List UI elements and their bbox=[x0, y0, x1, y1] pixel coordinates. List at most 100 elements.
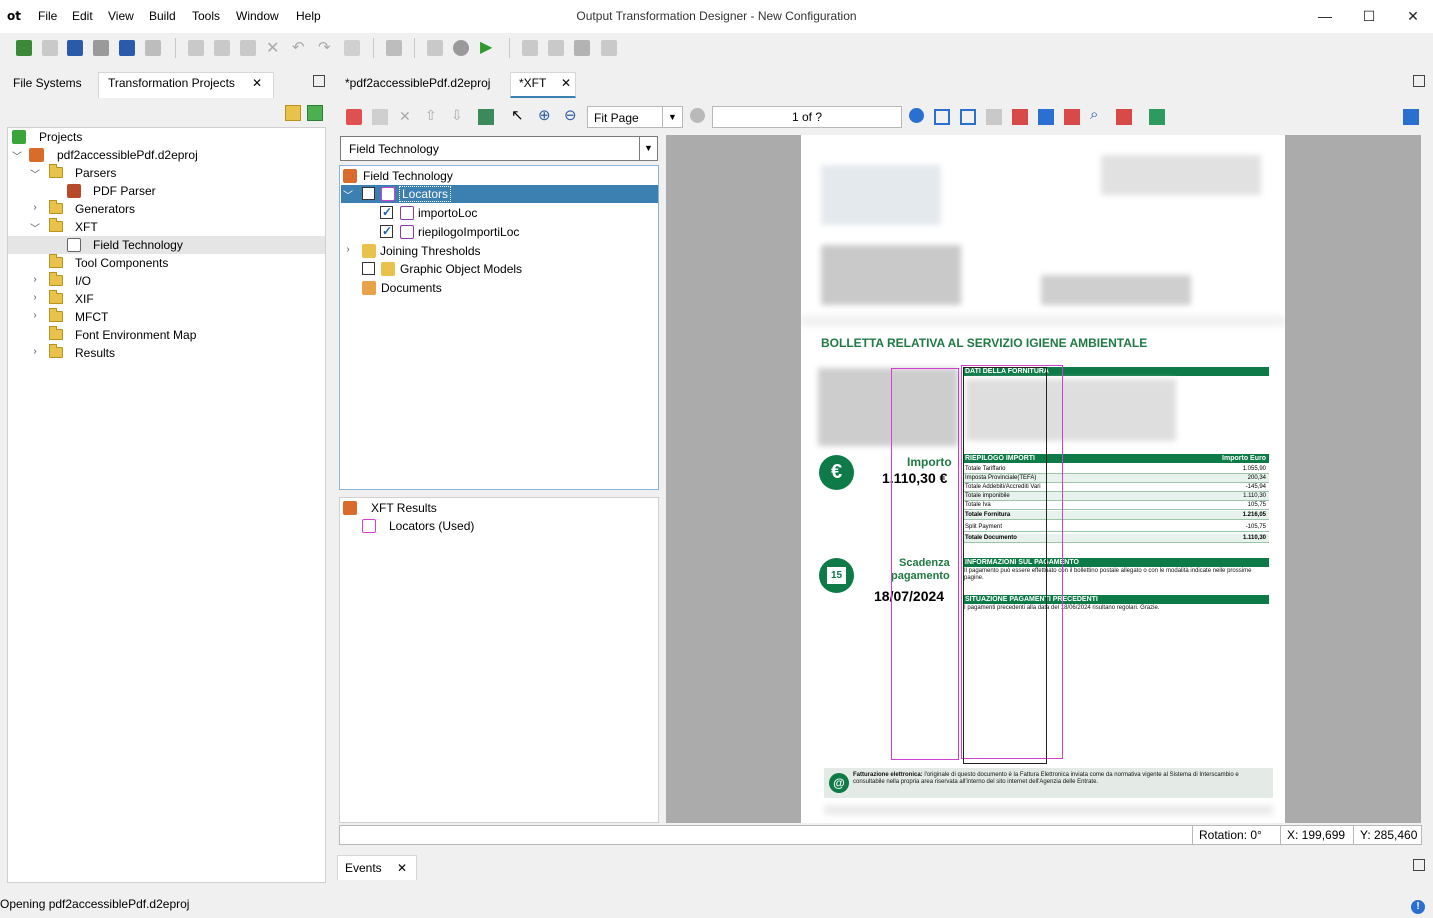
info-icon[interactable]: ! bbox=[1411, 900, 1425, 914]
maximize-events-icon[interactable] bbox=[1413, 859, 1425, 871]
refresh-icon[interactable] bbox=[344, 40, 360, 56]
copy-icon[interactable] bbox=[214, 40, 230, 56]
select-pointer-icon[interactable]: ↖ bbox=[511, 106, 524, 124]
maximize-panel-icon[interactable] bbox=[313, 75, 325, 87]
maximize-button[interactable]: ☐ bbox=[1349, 4, 1389, 28]
tree-parsers[interactable]: ﹀ Parsers bbox=[10, 164, 310, 182]
tool-icon-3[interactable] bbox=[574, 40, 590, 56]
next-page-icon[interactable] bbox=[909, 108, 924, 123]
delete-icon[interactable]: ✕ bbox=[266, 38, 279, 58]
settings-icon[interactable] bbox=[1403, 109, 1419, 125]
save-icon[interactable] bbox=[67, 40, 83, 56]
tab-file-systems[interactable]: File Systems bbox=[13, 76, 82, 90]
chevron-right-icon[interactable]: › bbox=[30, 202, 40, 213]
export-icon[interactable] bbox=[1149, 109, 1165, 125]
minimize-button[interactable]: — bbox=[1305, 4, 1345, 28]
import-icon[interactable] bbox=[478, 109, 494, 125]
move-down-icon[interactable]: ⇩ bbox=[451, 107, 463, 124]
collapse-all-icon[interactable] bbox=[285, 105, 301, 121]
tree-io[interactable]: › I/O bbox=[10, 272, 310, 290]
tree-pdf-parser[interactable]: PDF Parser bbox=[10, 182, 310, 200]
ft-tree-locators[interactable]: ﹀ Locators bbox=[341, 185, 658, 203]
link-editor-icon[interactable] bbox=[307, 105, 323, 121]
paste-icon[interactable] bbox=[240, 40, 256, 56]
tree-field-technology[interactable]: Field Technology bbox=[8, 236, 325, 254]
tab-xft[interactable]: *XFT bbox=[519, 76, 546, 90]
ft-tree-documents[interactable]: Documents bbox=[341, 279, 657, 297]
zoom-select[interactable]: Fit Page ▼ bbox=[587, 106, 683, 128]
first-page-icon[interactable] bbox=[690, 108, 705, 123]
tree-tool-components[interactable]: Tool Components bbox=[10, 254, 310, 272]
importo-loc-checkbox[interactable] bbox=[380, 205, 393, 219]
rename-icon[interactable] bbox=[372, 109, 388, 125]
tab-project-file[interactable]: *pdf2accessiblePdf.d2eproj bbox=[345, 76, 490, 90]
ft-tree-riepilogo-loc[interactable]: riepilogoImportiLoc bbox=[341, 223, 657, 241]
search-icon[interactable]: ⌕ bbox=[1090, 106, 1098, 123]
move-up-icon[interactable]: ⇧ bbox=[425, 107, 437, 124]
chevron-down-icon[interactable]: ▼ bbox=[662, 107, 682, 127]
results-locators-used[interactable]: Locators (Used) bbox=[341, 517, 657, 535]
cut-icon[interactable] bbox=[188, 40, 204, 56]
undo-icon[interactable]: ↶ bbox=[292, 38, 305, 56]
locator-box-importo[interactable] bbox=[891, 368, 959, 760]
rotate-icon[interactable] bbox=[986, 109, 1002, 125]
close-tab-icon[interactable]: ✕ bbox=[561, 76, 571, 90]
chevron-right-icon[interactable]: › bbox=[30, 310, 40, 321]
fit-height-icon[interactable] bbox=[960, 109, 976, 125]
remove-icon[interactable]: ✕ bbox=[399, 108, 411, 125]
open-icon[interactable] bbox=[42, 40, 58, 56]
page-indicator[interactable]: 1 of ? bbox=[712, 106, 902, 128]
zoom-in-icon[interactable]: ⊕ bbox=[538, 106, 551, 124]
tool-blue-icon[interactable] bbox=[1038, 109, 1054, 125]
ft-tree-importo-loc[interactable]: importoLoc bbox=[341, 204, 657, 222]
chevron-right-icon[interactable]: › bbox=[30, 292, 40, 303]
chevron-down-icon[interactable]: ▼ bbox=[639, 137, 657, 160]
chevron-down-icon[interactable]: ﹀ bbox=[30, 220, 40, 235]
chevron-down-icon[interactable]: ﹀ bbox=[30, 166, 40, 181]
add-locator-icon[interactable] bbox=[346, 109, 362, 125]
riepilogo-loc-checkbox[interactable] bbox=[380, 224, 393, 238]
ft-tree-root[interactable]: Field Technology bbox=[341, 167, 657, 185]
chevron-down-icon[interactable]: ﹀ bbox=[12, 148, 22, 163]
tool-red-1-icon[interactable] bbox=[1012, 109, 1028, 125]
validate-icon[interactable] bbox=[386, 40, 402, 56]
new-project-icon[interactable] bbox=[16, 40, 32, 56]
tool-icon-1[interactable] bbox=[522, 40, 538, 56]
tree-font-env-map[interactable]: Font Environment Map bbox=[10, 326, 310, 344]
save-as-icon[interactable] bbox=[93, 40, 109, 56]
close-tab-icon[interactable]: ✕ bbox=[252, 76, 262, 90]
close-tab-icon[interactable]: ✕ bbox=[397, 861, 407, 875]
tool-red-2-icon[interactable] bbox=[1064, 109, 1080, 125]
tool-icon-4[interactable] bbox=[601, 40, 617, 56]
tree-xif[interactable]: › XIF bbox=[10, 290, 310, 308]
build-icon[interactable] bbox=[427, 40, 443, 56]
chevron-right-icon[interactable]: › bbox=[30, 346, 40, 357]
tree-project-file[interactable]: ﹀ pdf2accessiblePdf.d2eproj bbox=[10, 146, 310, 164]
chevron-right-icon[interactable]: › bbox=[30, 274, 40, 285]
close-window-button[interactable]: ✕ bbox=[1393, 4, 1433, 28]
locators-checkbox[interactable] bbox=[362, 187, 375, 200]
chevron-down-icon[interactable]: ﹀ bbox=[343, 187, 353, 202]
chevron-right-icon[interactable]: › bbox=[343, 244, 353, 255]
save-all-icon[interactable] bbox=[119, 40, 135, 56]
tab-events[interactable]: Events bbox=[345, 861, 382, 875]
tree-generators[interactable]: › Generators bbox=[10, 200, 310, 218]
maximize-editor-icon[interactable] bbox=[1413, 75, 1425, 87]
clear-icon[interactable] bbox=[1116, 109, 1132, 125]
tree-xft[interactable]: ﹀ XFT bbox=[10, 218, 310, 236]
graphic-models-checkbox[interactable] bbox=[362, 262, 375, 275]
fit-width-icon[interactable] bbox=[934, 109, 950, 125]
tab-transformation-projects[interactable]: Transformation Projects bbox=[108, 76, 235, 90]
zoom-out-icon[interactable]: ⊖ bbox=[564, 106, 577, 124]
selection-box[interactable] bbox=[963, 367, 1047, 764]
tool-icon-2[interactable] bbox=[548, 40, 564, 56]
ft-tree-joining[interactable]: › Joining Thresholds bbox=[341, 242, 657, 260]
results-root[interactable]: XFT Results bbox=[341, 499, 657, 517]
field-technology-combo[interactable]: Field Technology ▼ bbox=[340, 136, 658, 161]
tree-results[interactable]: › Results bbox=[10, 344, 310, 362]
deploy-icon[interactable] bbox=[453, 40, 469, 56]
tree-mfct[interactable]: › MFCT bbox=[10, 308, 310, 326]
close-file-icon[interactable] bbox=[145, 40, 161, 56]
tree-projects[interactable]: Projects bbox=[10, 128, 310, 146]
run-icon[interactable]: ▶ bbox=[480, 37, 492, 57]
